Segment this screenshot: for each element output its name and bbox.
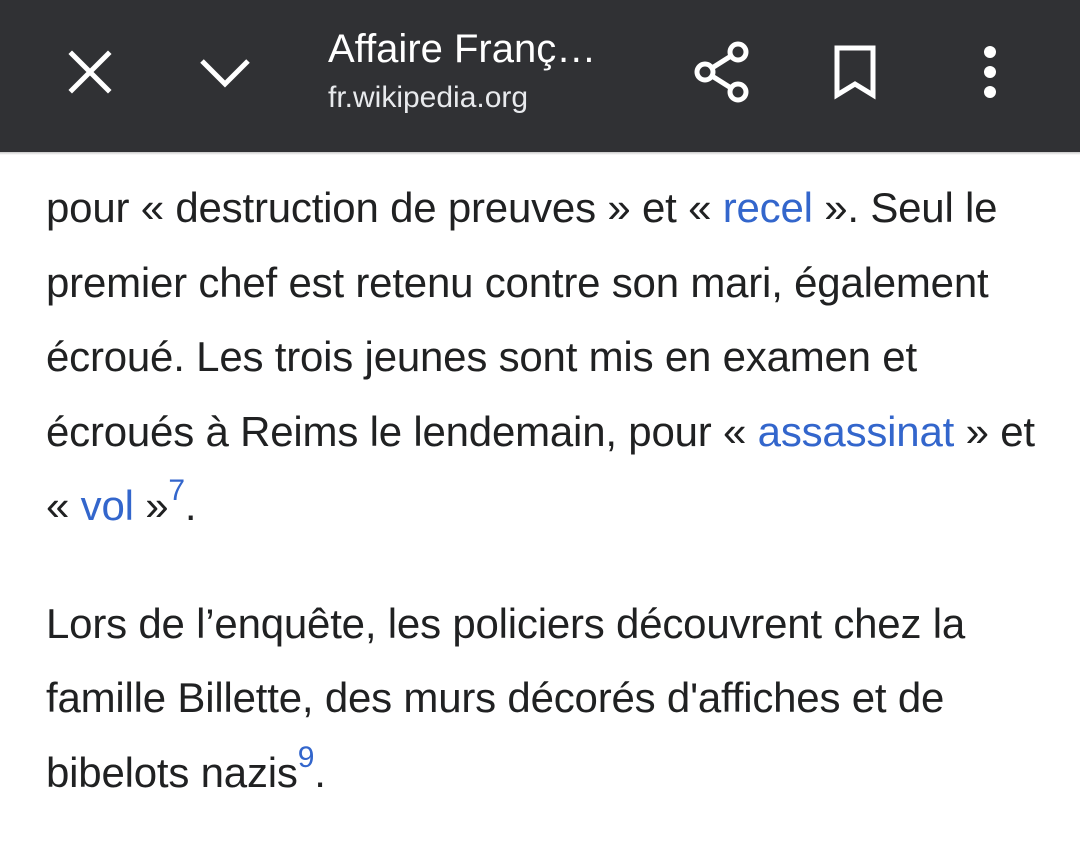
bookmark-button[interactable] [815,32,895,112]
chevron-down-icon [200,59,250,88]
page-title: Affaire Franç… [328,27,597,71]
minimize-button[interactable] [185,32,265,112]
close-icon [68,50,112,94]
link-recel[interactable]: recel [723,184,813,231]
close-button[interactable] [50,32,130,112]
reference-7[interactable]: 7 [168,474,185,507]
share-icon [694,41,749,103]
link-vol[interactable]: vol [81,482,134,529]
text-segment: . [184,482,197,529]
article-content: pour « destruction de preuves » et « rec… [46,171,1046,810]
custom-tab-toolbar: Affaire Franç… fr.wikipedia.org [0,0,1080,152]
more-options-button[interactable] [955,32,1025,112]
toolbar-shadow [0,152,1080,155]
tab-title-block[interactable]: Affaire Franç… fr.wikipedia.org [328,24,628,118]
text-segment: Lors de l’enquête, les policiers découvr… [46,599,966,796]
text-segment: pour « destruction de preuves » et « [46,184,723,231]
reference-9[interactable]: 9 [298,741,315,774]
article-paragraph: pour « destruction de preuves » et « rec… [46,171,1046,544]
link-assassinat[interactable]: assassinat [758,408,955,455]
share-button[interactable] [680,32,764,112]
article-paragraph: Lors de l’enquête, les policiers découvr… [46,587,1046,811]
bookmark-icon [834,45,876,100]
text-segment: . [314,748,326,796]
text-segment: » [133,482,169,529]
more-vert-icon [984,46,996,98]
page-url: fr.wikipedia.org [328,81,529,114]
